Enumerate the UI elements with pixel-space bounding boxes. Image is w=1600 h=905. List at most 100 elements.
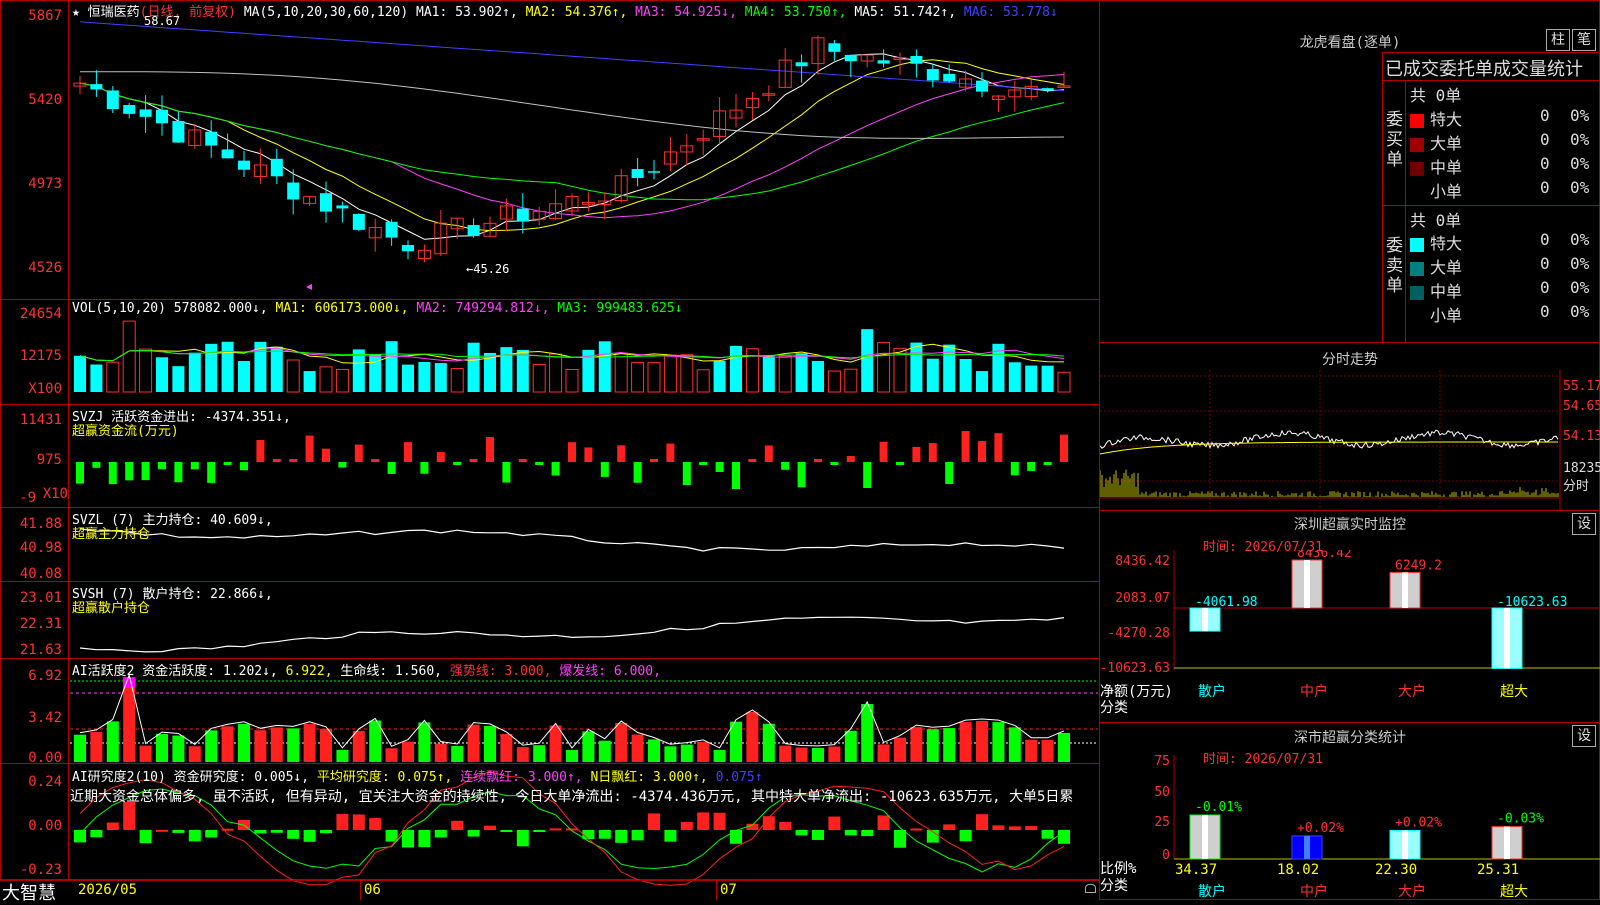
activity-bar (828, 746, 841, 762)
order-size-label: 中单 (1430, 158, 1463, 177)
sz-title: 深圳超赢实时监控 (1294, 517, 1406, 533)
sz-value-label: -10623.63 (1497, 595, 1567, 610)
volume-bar (122, 320, 136, 393)
sz-settings-button[interactable]: 设 (1572, 513, 1596, 535)
sz-monitor-chart[interactable]: 8436.42 2083.07 -4270.28 -10623.63 -4061.98 散… (1100, 550, 1600, 720)
fund-flow-bar (453, 462, 462, 465)
activity-bar (254, 730, 267, 762)
research-bar (976, 814, 988, 830)
sz-category-label: 中户 (1300, 683, 1328, 700)
order-pct: 0% (1570, 178, 1590, 197)
svzj-ytick: 11431 (19, 412, 62, 428)
volume-bar (861, 329, 874, 392)
ai2-n-red: N日飘红: 3.000↑, (590, 770, 708, 785)
kline-ytick: 4973 (28, 176, 62, 192)
favorite-star-icon[interactable]: ★ (72, 5, 80, 20)
volume-bar (565, 369, 579, 393)
color-swatch (1410, 309, 1424, 324)
candle-body (844, 54, 857, 62)
activity-bar (713, 749, 726, 762)
stock-name[interactable]: 恒瑞医药 (88, 5, 140, 20)
research-bar (287, 830, 300, 839)
brand-logo[interactable]: 大智慧 (2, 879, 56, 905)
tick-mode-button[interactable]: 笔 (1572, 29, 1596, 51)
svzl-ytick: 40.98 (19, 540, 62, 556)
order-pct: 0% (1570, 302, 1590, 321)
volume-bar (172, 366, 185, 392)
bottom-axis-bar (0, 880, 1100, 901)
order-size-label: 大单 (1430, 134, 1463, 153)
candle-body (156, 109, 168, 124)
ma4-value: MA4: 53.750↑, (744, 5, 847, 20)
fl-stats-chart[interactable]: 75 50 25 0 -0.01% 34.37 散户 +0.02% 18.02 中户 +0.02% 2… (1100, 755, 1600, 900)
fl-category-label: 中户 (1300, 883, 1328, 900)
order-size-label: 小单 (1430, 306, 1463, 325)
activity-bar (467, 724, 480, 762)
activity-bar (549, 725, 562, 762)
research-bar (336, 814, 349, 830)
fund-flow-bar (354, 444, 363, 462)
fl-category-label: 大户 (1398, 883, 1426, 900)
activity-bar (434, 743, 447, 762)
kline-ytick: 4526 (28, 260, 62, 276)
order-row: 小单 (1410, 302, 1462, 326)
research-bar (1041, 830, 1054, 839)
candle-body (910, 56, 923, 64)
fund-flow-bar (568, 442, 576, 462)
color-swatch (1410, 185, 1424, 200)
candle-body (205, 131, 218, 146)
activity-bar (1041, 739, 1054, 762)
research-bar (877, 815, 890, 830)
activity-bar (500, 733, 513, 762)
activity-bar (762, 723, 775, 762)
fund-flow-bar (76, 462, 84, 484)
fl-bar-highlight (1202, 815, 1208, 859)
order-row: 小单 (1410, 178, 1462, 202)
research-bar (352, 814, 365, 830)
candle-body (221, 149, 234, 159)
order-size-label: 小单 (1430, 182, 1463, 201)
activity-bar (303, 723, 316, 762)
fl-settings-button[interactable]: 设 (1572, 725, 1596, 747)
ai2-ytick: 0.00 (28, 818, 62, 834)
lhb-label-divider (1405, 80, 1406, 342)
research-bar (598, 830, 611, 839)
order-stats-header[interactable]: 已成交委托单成交量统计 (1385, 55, 1583, 81)
volume-bar (106, 361, 120, 393)
research-bar (697, 812, 710, 830)
ai2-label: AI研究度2(10) 资金研究度: 0.005↓, (72, 770, 310, 785)
research-bar (779, 821, 792, 830)
sz-ytick: -10623.63 (1100, 661, 1170, 676)
volume-bar (926, 358, 939, 392)
bar-mode-button[interactable]: 柱 (1546, 29, 1570, 51)
activity-bar (877, 744, 890, 762)
kline-header: ★ 恒瑞医药(日线, 前复权) MA(5,10,20,30,60,120) MA… (72, 1, 1058, 20)
activity-bar (992, 722, 1005, 762)
fl-bar-highlight (1504, 826, 1510, 859)
fund-flow-bar (945, 462, 954, 484)
fund-flow-bar (289, 459, 298, 462)
order-pct: 0% (1570, 106, 1590, 125)
research-bar (434, 830, 447, 838)
lock-icon[interactable] (1085, 884, 1096, 893)
fl-value-label: 22.30 (1375, 862, 1417, 878)
fund-flow-bar (240, 462, 248, 471)
intraday-chart[interactable]: 55.17 54.65 54.13 18235 分时 (1100, 370, 1600, 510)
research-bar (369, 818, 382, 830)
volume-bar (335, 368, 349, 393)
research-bar (188, 830, 201, 842)
order-row: 特大 (1410, 106, 1462, 130)
order-pct: 0% (1570, 230, 1590, 249)
volume-bar (74, 355, 86, 392)
candle-body (320, 193, 332, 212)
fund-flow-bar (600, 462, 609, 477)
lhb-divider (1382, 52, 1600, 53)
fund-flow-bar (469, 459, 478, 462)
research-bar (156, 829, 168, 832)
fund-flow-bar (207, 462, 216, 483)
ai2-commentary: 近期大资金总体偏多, 虽不活跃, 但有异动, 宜关注大资金的持续性, 今日大单净… (70, 789, 1074, 805)
fund-flow-bar (436, 452, 445, 462)
sz-bar-highlight (1202, 608, 1208, 632)
buy-orders-label: 委买单 (1386, 110, 1403, 170)
fund-flow-bar (518, 459, 527, 462)
